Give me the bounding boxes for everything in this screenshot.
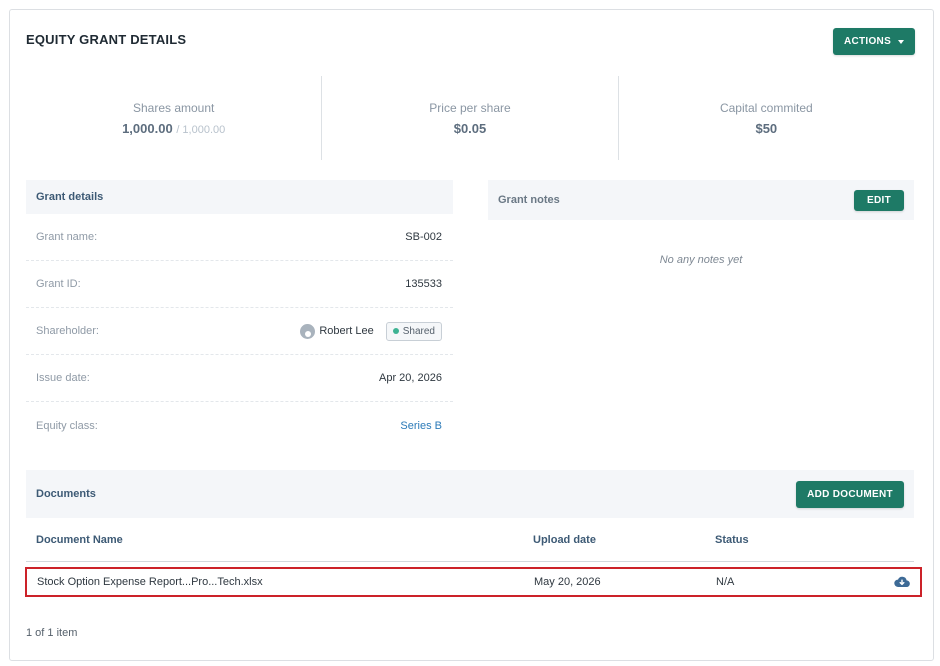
stat-label: Capital commited — [719, 100, 813, 115]
upload-date: May 20, 2026 — [534, 576, 601, 588]
column-header-status[interactable]: Status — [715, 534, 875, 546]
grant-details-panel: Grant details Grant name: SB-002 Grant I… — [26, 180, 453, 449]
avatar-icon — [300, 323, 316, 339]
stat-value: 1,000.00 / 1,000.00 — [122, 121, 225, 136]
shareholder[interactable]: Robert Lee Shared — [300, 321, 442, 341]
grant-notes-panel: Grant notes EDIT No any notes yet — [488, 180, 914, 266]
notes-empty-text: No any notes yet — [659, 254, 743, 266]
table-row[interactable]: Stock Option Expense Report...Pro...Tech… — [25, 567, 922, 597]
actions-label: ACTIONS — [843, 36, 892, 47]
add-document-button[interactable]: ADD DOCUMENT — [796, 480, 904, 508]
table-header: Document Name Upload date Status — [26, 518, 914, 562]
column-header-name[interactable]: Document Name — [26, 534, 533, 546]
stat-price-per-share: Price per share $0.05 — [321, 76, 617, 160]
grant-name-row: Grant name: SB-002 — [26, 214, 453, 261]
document-status: N/A — [716, 576, 735, 588]
stat-capital-commited: Capital commited $50 — [617, 76, 914, 160]
shares-amount-value: 1,000.00 — [122, 120, 173, 136]
status-dot-icon — [392, 328, 399, 334]
issue-date-value: Apr 20, 2026 — [379, 372, 442, 384]
grant-id-row: Grant ID: 135533 — [26, 261, 453, 308]
row-label: Shareholder: — [36, 325, 99, 337]
badge-label: Shared — [402, 325, 435, 337]
row-label: Equity class: — [36, 419, 98, 432]
documents-panel: Documents ADD DOCUMENT Document Name Upl… — [25, 470, 922, 597]
cloud-download-icon[interactable] — [894, 576, 910, 588]
grant-name-value: SB-002 — [405, 231, 442, 243]
stat-label: Shares amount — [132, 100, 215, 115]
grant-notes-header: Grant notes EDIT — [488, 180, 914, 220]
stat-label: Price per share — [429, 100, 511, 115]
row-label: Grant name: — [36, 231, 98, 243]
page-title: EQUITY GRANT DETAILS — [26, 32, 187, 47]
shares-amount-total: / 1,000.00 — [176, 123, 226, 136]
caret-down-icon — [898, 39, 905, 44]
row-label: Issue date: — [36, 372, 90, 384]
grant-details-header: Grant details — [26, 180, 453, 214]
documents-header: Documents ADD DOCUMENT — [26, 470, 914, 518]
shareholder-name: Robert Lee — [319, 325, 374, 337]
column-header-date[interactable]: Upload date — [533, 534, 715, 546]
documents-title: Documents — [36, 488, 96, 500]
stat-shares-amount: Shares amount 1,000.00 / 1,000.00 — [26, 76, 321, 160]
equity-grant-card: EQUITY GRANT DETAILS ACTIONS Shares amou… — [9, 9, 934, 661]
summary-stats: Shares amount 1,000.00 / 1,000.00 Price … — [26, 76, 914, 160]
pagination-count: 1 of 1 item — [26, 627, 78, 639]
equity-class-link[interactable]: Series B — [400, 420, 442, 432]
actions-dropdown-button[interactable]: ACTIONS — [833, 28, 915, 55]
documents-table: Document Name Upload date Status Stock O… — [25, 518, 922, 597]
grant-id-value: 135533 — [405, 278, 442, 290]
shareholder-row: Shareholder: Robert Lee Shared — [26, 308, 453, 355]
edit-notes-button[interactable]: EDIT — [854, 189, 904, 211]
issue-date-row: Issue date: Apr 20, 2026 — [26, 355, 453, 402]
grant-details-title: Grant details — [36, 191, 104, 203]
download-action — [876, 576, 920, 588]
equity-class-row: Equity class: Series B — [26, 402, 453, 449]
row-label: Grant ID: — [36, 278, 81, 290]
grant-notes-title: Grant notes — [498, 194, 560, 206]
document-name[interactable]: Stock Option Expense Report...Pro...Tech… — [27, 576, 534, 588]
shared-badge: Shared — [385, 321, 442, 341]
stat-value: $0.05 — [453, 120, 487, 136]
stat-value: $50 — [755, 120, 778, 136]
